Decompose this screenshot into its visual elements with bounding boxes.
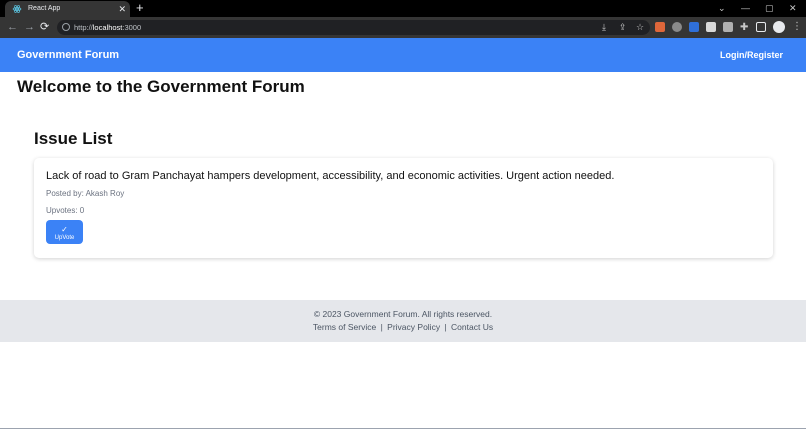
maximize-icon[interactable]: ▢ xyxy=(765,1,774,15)
reload-icon[interactable]: ⟳ xyxy=(40,20,49,35)
contact-us-link[interactable]: Contact Us xyxy=(451,322,493,332)
menu-icon[interactable]: ⋮ xyxy=(792,20,802,34)
browser-tab-bar: React App ✕ + ⌄ — ▢ ✕ xyxy=(0,0,806,17)
address-bar[interactable]: http://localhost:3000 ⤓ ⇪ ☆ xyxy=(57,20,650,35)
upvote-button-label: UpVote xyxy=(54,235,75,241)
check-icon: ✓ xyxy=(61,225,68,234)
info-icon[interactable] xyxy=(62,23,70,31)
minimize-icon[interactable]: — xyxy=(741,1,750,15)
issue-author: Posted by: Akash Roy xyxy=(46,189,125,198)
footer: © 2023 Government Forum. All rights rese… xyxy=(0,300,806,342)
footer-separator: | xyxy=(380,322,383,332)
browser-tab[interactable]: React App ✕ xyxy=(5,1,130,17)
issue-list-heading: Issue List xyxy=(34,129,113,148)
navbar: Government Forum Login/Register xyxy=(0,38,806,72)
install-icon[interactable]: ⤓ xyxy=(602,21,606,34)
back-icon[interactable]: ← xyxy=(7,20,18,35)
extension-icon[interactable] xyxy=(655,22,665,32)
upvote-button[interactable]: ✓ UpVote xyxy=(46,220,83,244)
issue-title: Lack of road to Gram Panchayat hampers d… xyxy=(46,170,615,182)
share-icon[interactable]: ⇪ xyxy=(619,21,627,34)
copyright-text: © 2023 Government Forum. All rights rese… xyxy=(313,309,493,319)
issue-card: Lack of road to Gram Panchayat hampers d… xyxy=(34,158,773,258)
profile-icon[interactable] xyxy=(773,21,785,33)
extension-icon[interactable] xyxy=(706,22,716,32)
page-title: Welcome to the Government Forum xyxy=(17,77,305,96)
upvote-count: Upvotes: 0 xyxy=(46,206,85,215)
site-brand[interactable]: Government Forum xyxy=(17,49,119,62)
extension-icon[interactable] xyxy=(723,22,733,32)
bookmark-star-icon[interactable]: ☆ xyxy=(636,21,644,34)
extensions-icon[interactable]: ✚ xyxy=(740,21,748,34)
footer-links: Terms of Service | Privacy Policy | Cont… xyxy=(0,322,806,333)
react-icon xyxy=(12,5,22,13)
tab-search-icon[interactable]: ⌄ xyxy=(718,1,726,15)
terms-of-service-link[interactable]: Terms of Service xyxy=(313,322,376,332)
footer-separator: | xyxy=(444,322,447,332)
close-tab-icon[interactable]: ✕ xyxy=(118,2,126,16)
sidebar-icon[interactable] xyxy=(756,22,766,32)
privacy-policy-link[interactable]: Privacy Policy xyxy=(387,322,440,332)
new-tab-icon[interactable]: + xyxy=(136,1,144,15)
forward-icon[interactable]: → xyxy=(24,20,35,35)
tab-title: React App xyxy=(28,5,61,12)
close-window-icon[interactable]: ✕ xyxy=(789,1,797,15)
url-text[interactable]: http://localhost:3000 xyxy=(74,21,141,34)
extension-icon[interactable] xyxy=(689,22,699,32)
extension-icon[interactable] xyxy=(672,22,682,32)
login-register-link[interactable]: Login/Register xyxy=(720,49,783,61)
browser-toolbar: ← → ⟳ http://localhost:3000 ⤓ ⇪ ☆ ✚ ⋮ xyxy=(0,17,806,38)
